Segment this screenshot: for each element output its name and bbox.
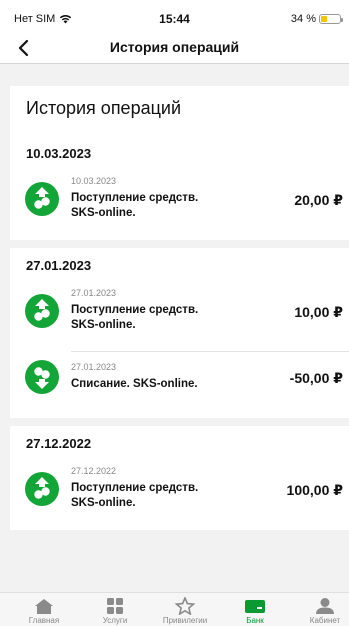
group-separator [10, 240, 349, 248]
income-icon [25, 472, 59, 506]
operation-row[interactable]: 27.01.2023 Поступление средств. SKS-onlin… [10, 286, 349, 352]
operation-icon [25, 294, 59, 328]
page-title: История операций [109, 39, 240, 55]
battery-info: 34 % [290, 13, 343, 25]
operation-amount: 10,00 ₽ [294, 304, 343, 320]
tab-person[interactable]: Кабинет [290, 593, 349, 626]
tab-label: Кабинет [309, 616, 341, 625]
operation-group: 10.03.2023 10.03.2023 Поступление средств.… [10, 136, 349, 240]
operation-icon [25, 472, 59, 506]
operation-date: 10.03.2023 [71, 176, 117, 186]
operation-amount: 100,00 ₽ [286, 482, 343, 498]
operation-group: 27.01.2023 27.01.2023 Поступление средств.… [10, 248, 349, 418]
operation-description: Списание. SKS-online. [71, 378, 198, 390]
home-icon [35, 599, 53, 614]
operation-amount: -50,00 ₽ [289, 370, 343, 386]
operation-date: 27.12.2022 [71, 466, 117, 476]
group-date-header: 27.12.2022 [26, 436, 92, 451]
tab-home[interactable]: Главная [9, 593, 79, 626]
income-icon [25, 294, 59, 328]
operation-groups: 10.03.2023 10.03.2023 Поступление средств.… [10, 136, 349, 530]
operation-icon [25, 182, 59, 216]
operation-date: 27.01.2023 [71, 362, 117, 372]
expense-icon [25, 360, 59, 394]
tab-label: Главная [28, 616, 60, 625]
operation-row[interactable]: 10.03.2023 Поступление средств. SKS-onlin… [10, 174, 349, 240]
tab-label: Услуги [102, 616, 128, 625]
tab-star[interactable]: Привилегии [150, 593, 220, 626]
star-icon [174, 597, 196, 615]
operation-description: Поступление средств. SKS-online. [71, 304, 199, 331]
battery-percent: 34 % [290, 13, 316, 25]
operation-description: Поступление средств. SKS-online. [71, 192, 199, 219]
person-icon [316, 598, 334, 614]
battery-level [321, 16, 328, 22]
grid-icon [107, 598, 123, 614]
tab-label: Банк [246, 616, 264, 625]
operation-icon [25, 360, 59, 394]
history-content: История операций 10.03.2023 10.03.2023 Пос… [10, 86, 349, 530]
card-icon [245, 600, 265, 613]
group-date-header: 10.03.2023 [26, 146, 92, 161]
battery-icon [319, 14, 343, 24]
history-card: История операций 10.03.2023 10.03.2023 Пос… [10, 86, 349, 530]
group-separator [10, 418, 349, 426]
income-icon [25, 182, 59, 216]
navigation-bar: История операций [0, 34, 349, 64]
tab-card[interactable]: Банк [220, 593, 290, 626]
tab-bar: Главная Услуги Привилегии Банк Кабинет [0, 592, 349, 626]
operation-amount: 20,00 ₽ [294, 192, 343, 208]
operation-row[interactable]: 27.01.2023 Списание. SKS-online. -50,00 ₽ [10, 352, 349, 418]
tab-label: Привилегии [162, 616, 208, 625]
card-title: История операций [26, 98, 182, 118]
status-bar: Нет SIM 15:44 34 % [0, 0, 349, 34]
operation-date: 27.01.2023 [71, 288, 117, 298]
operation-description: Поступление средств. SKS-online. [71, 482, 199, 509]
operation-group: 27.12.2022 27.12.2022 Поступление средств.… [10, 426, 349, 530]
tab-grid[interactable]: Услуги [80, 593, 150, 626]
group-date-header: 27.01.2023 [26, 258, 92, 273]
operation-row[interactable]: 27.12.2022 Поступление средств. SKS-onlin… [10, 464, 349, 530]
